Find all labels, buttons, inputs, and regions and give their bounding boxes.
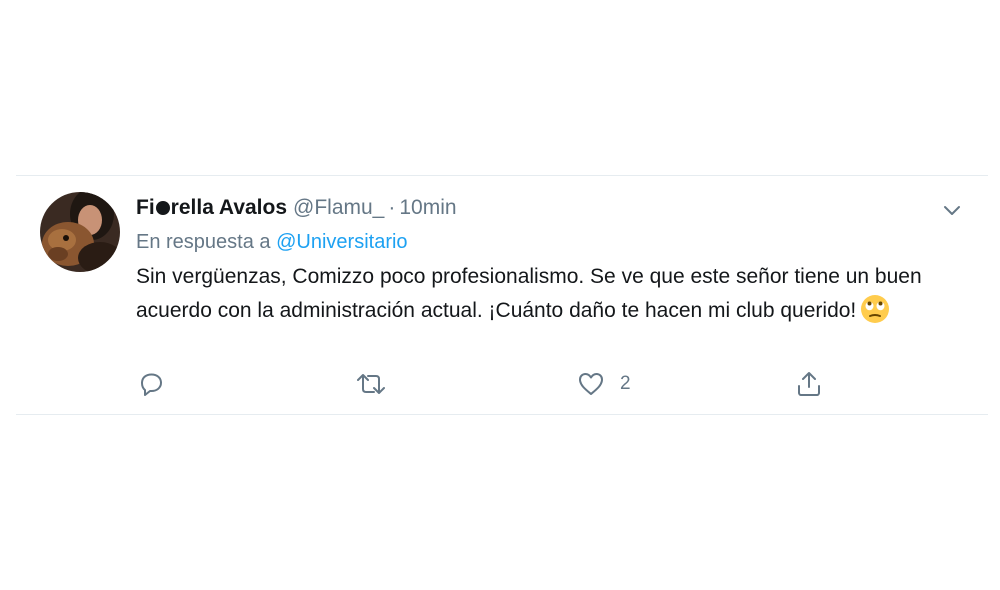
author-name[interactable]: Fi rella Avalos xyxy=(136,196,287,219)
tweet-text: Sin vergüenzas, Comizzo poco profesional… xyxy=(136,265,922,322)
tweet-content: Fi rella Avalos @Flamu_ · 10min En respuesta… xyxy=(136,192,946,328)
timestamp[interactable]: 10min xyxy=(399,196,456,219)
like-count: 2 xyxy=(620,373,631,394)
reply-context: En respuesta a @Universitario xyxy=(136,226,946,258)
face-with-rolling-eyes-icon xyxy=(860,294,890,324)
tweet-text-block: Sin vergüenzas, Comizzo poco profesional… xyxy=(136,260,946,328)
retweet-icon xyxy=(354,369,388,399)
tweet-actions: 2 xyxy=(136,368,856,400)
avatar[interactable] xyxy=(40,192,120,272)
share-icon xyxy=(794,369,824,399)
author-name-part-2: rella Avalos xyxy=(170,196,288,219)
retweet-button[interactable] xyxy=(354,368,388,400)
tweet-header: Fi rella Avalos @Flamu_ · 10min xyxy=(136,192,946,224)
separator: · xyxy=(388,196,396,219)
reply-prefix: En respuesta a xyxy=(136,231,271,253)
reply-icon xyxy=(136,369,166,399)
chevron-down-icon[interactable] xyxy=(938,196,966,224)
reply-button[interactable] xyxy=(136,368,166,400)
author-handle[interactable]: @Flamu_ xyxy=(293,196,384,219)
black-circle-icon xyxy=(155,201,170,215)
heart-icon xyxy=(576,369,606,399)
author-name-part-1: Fi xyxy=(136,196,155,219)
avatar-image xyxy=(40,192,120,272)
reply-mention-link[interactable]: @Universitario xyxy=(276,231,407,253)
tweet-card[interactable]: Fi rella Avalos @Flamu_ · 10min En respuesta… xyxy=(16,175,988,415)
like-button[interactable]: 2 xyxy=(576,368,631,400)
share-button[interactable] xyxy=(794,368,824,400)
